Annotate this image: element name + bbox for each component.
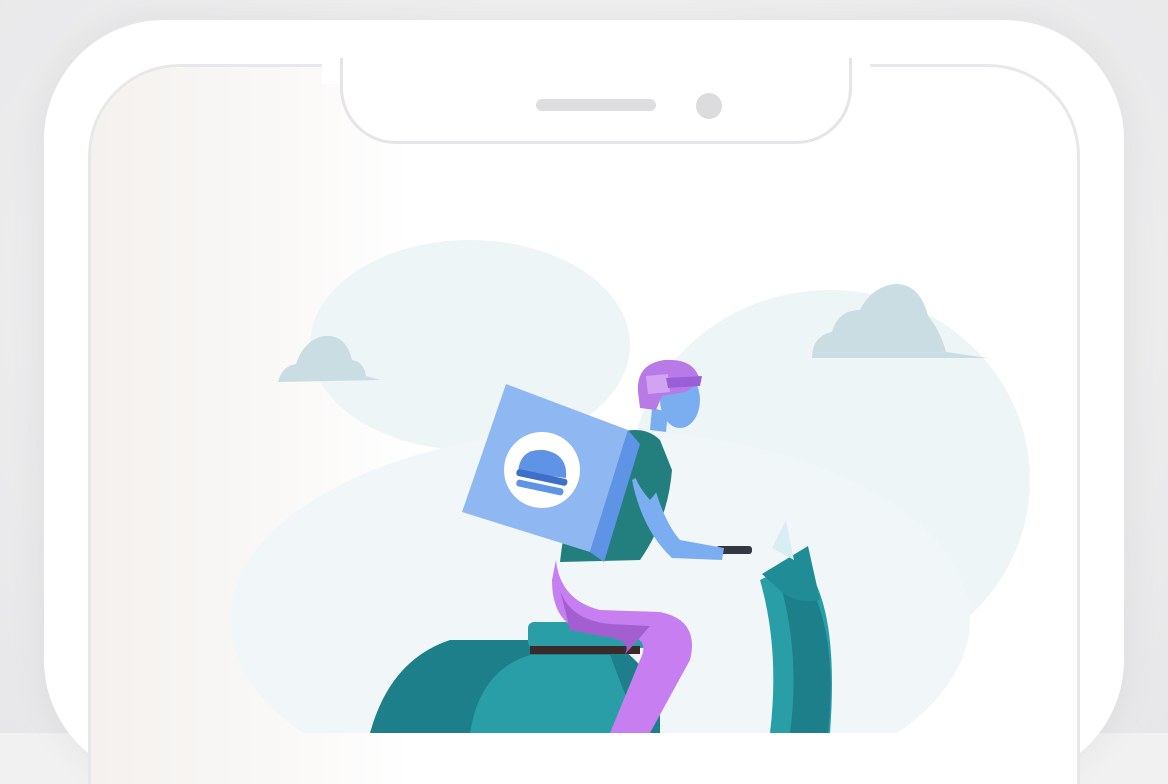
delivery-illustration (230, 240, 1030, 733)
scooter-seat-trim (530, 646, 640, 654)
visor (666, 376, 702, 388)
helmet-stripe (646, 374, 670, 394)
